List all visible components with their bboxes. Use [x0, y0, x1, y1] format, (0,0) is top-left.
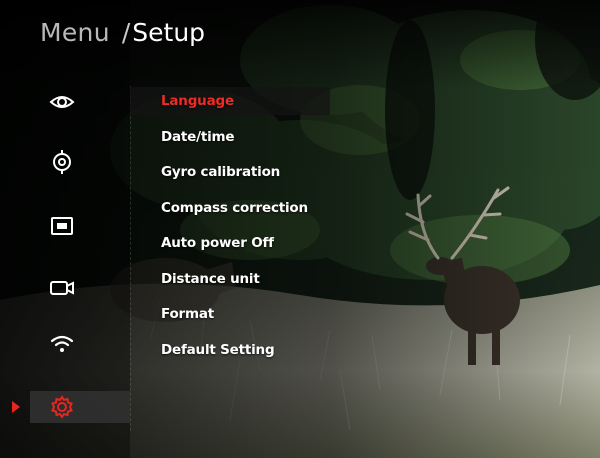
eye-icon — [48, 88, 76, 116]
sidebar-item-pip[interactable] — [30, 210, 130, 242]
sidebar-item-wifi[interactable] — [30, 328, 130, 360]
page-title: Setup — [132, 18, 206, 47]
menu-item-label: Gyro calibration — [161, 164, 281, 180]
menu-item-label: Distance unit — [161, 271, 260, 287]
breadcrumb-separator: / — [121, 18, 131, 47]
menu-item-date-time[interactable]: Date/time — [130, 123, 330, 151]
active-indicator-arrow — [12, 401, 20, 413]
breadcrumb: Menu / Setup — [40, 18, 205, 58]
menu-item-label: Default Setting — [161, 342, 275, 358]
menu-item-distance-unit[interactable]: Distance unit — [130, 265, 330, 293]
menu-item-label: Date/time — [161, 129, 235, 145]
reticle-icon — [48, 148, 76, 176]
menu-item-label: Format — [161, 306, 215, 322]
camera-icon — [48, 274, 76, 302]
menu-item-default-setting[interactable]: Default Setting — [130, 336, 330, 364]
menu-item-auto-power-off[interactable]: Auto power Off — [130, 229, 330, 257]
sidebar-item-recording[interactable] — [30, 272, 130, 304]
menu-item-label: Language — [161, 93, 234, 109]
sidebar-item-setup[interactable] — [30, 391, 130, 423]
menu-item-label: Auto power Off — [161, 235, 274, 251]
sidebar-item-display[interactable] — [30, 86, 130, 118]
menu-item-gyro-calibration[interactable]: Gyro calibration — [130, 158, 330, 186]
wifi-icon — [48, 330, 76, 358]
menu-item-language[interactable]: Language — [130, 87, 330, 115]
sidebar-item-reticle[interactable] — [30, 146, 130, 178]
picture-in-picture-icon — [48, 212, 76, 240]
gear-icon — [48, 393, 76, 421]
breadcrumb-root[interactable]: Menu — [40, 18, 110, 47]
menu-item-label: Compass correction — [161, 200, 308, 216]
menu-item-compass-correction[interactable]: Compass correction — [130, 194, 330, 222]
menu-item-format[interactable]: Format — [130, 300, 330, 328]
